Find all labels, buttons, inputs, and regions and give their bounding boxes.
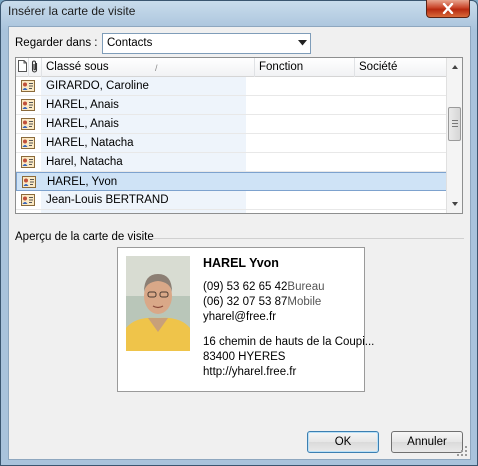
list-item-selected[interactable]: HAREL, Yvon — [16, 172, 447, 191]
contact-card-icon — [21, 156, 35, 168]
chevron-up-icon — [452, 65, 458, 69]
document-icon — [18, 60, 27, 72]
title-bar[interactable]: Insérer la carte de visite — [1, 0, 477, 27]
card-phone-office-number: (09) 53 62 65 42 — [203, 281, 288, 293]
preview-section-label: Aperçu de la carte de visite — [15, 231, 154, 243]
card-address-city: 83400 HYERES — [203, 351, 286, 363]
list-item[interactable]: GIRARDO, Caroline — [16, 77, 447, 96]
list-item[interactable]: HAREL, Natacha — [16, 134, 447, 153]
contact-card-icon — [21, 99, 35, 111]
header-classe-sous[interactable]: Classé sous / — [42, 58, 255, 77]
vertical-scrollbar[interactable] — [446, 58, 462, 213]
header-societe-label: Société — [359, 61, 398, 73]
card-contact-name: HAREL Yvon — [203, 256, 279, 270]
contact-card-icon — [21, 137, 35, 149]
paperclip-icon — [31, 60, 38, 73]
card-phone-office: (09) 53 62 65 42Bureau — [203, 281, 325, 293]
card-address-street: 16 chemin de hauts de la Coupi... — [203, 336, 375, 348]
contact-name: Jean-Louis BERTRAND — [46, 194, 169, 206]
list-item[interactable]: Jean-Louis BERTRAND — [16, 191, 447, 210]
contact-name: HAREL, Natacha — [46, 137, 134, 149]
scroll-up-button[interactable] — [447, 59, 462, 75]
close-button[interactable] — [426, 0, 470, 18]
look-in-dropdown[interactable]: Contacts — [102, 33, 311, 54]
cancel-button[interactable]: Annuler — [391, 431, 463, 453]
sort-indicator: / — [155, 63, 158, 73]
contact-photo — [126, 256, 190, 351]
header-fonction-label: Fonction — [259, 61, 304, 73]
card-email: yharel@free.fr — [203, 311, 277, 323]
dialog-window: Insérer la carte de visite Regarder dans… — [0, 0, 478, 466]
card-website: http://yharel.free.fr — [203, 366, 297, 378]
dialog-body: Regarder dans : Contacts Classé sous / F… — [8, 26, 471, 460]
card-phone-office-type: Bureau — [287, 281, 325, 293]
preview-divider — [152, 238, 464, 239]
card-phone-mobile-type: Mobile — [287, 296, 322, 308]
ok-button[interactable]: OK — [307, 431, 379, 453]
grip-line — [452, 126, 458, 127]
header-societe[interactable]: Société — [355, 58, 447, 77]
look-in-label: Regarder dans : — [15, 37, 98, 49]
business-card-preview: HAREL Yvon (09) 53 62 65 42Bureau (06) 3… — [117, 247, 374, 392]
header-classe-sous-label: Classé sous — [46, 61, 109, 73]
contact-card-icon — [21, 194, 35, 206]
window-title: Insérer la carte de visite — [8, 4, 136, 18]
list-item[interactable]: Harel, Natacha — [16, 153, 447, 172]
contact-name: HAREL, Yvon — [47, 176, 118, 188]
contact-name: HAREL, Anais — [46, 118, 119, 130]
contact-name: Harel, Natacha — [46, 156, 123, 168]
list-item[interactable]: HAREL, Anais — [16, 96, 447, 115]
chevron-down-icon — [298, 40, 307, 46]
chevron-down-icon — [452, 202, 458, 206]
contact-card-icon — [21, 80, 35, 92]
resize-grip-icon[interactable] — [456, 445, 468, 457]
contact-list[interactable]: Classé sous / Fonction Société GIRARDO, … — [15, 57, 463, 214]
header-type-column[interactable] — [16, 58, 29, 77]
contact-name: HAREL, Anais — [46, 99, 119, 111]
list-header: Classé sous / Fonction Société — [16, 58, 447, 77]
header-attachment-column[interactable] — [29, 58, 42, 77]
contact-card-icon — [22, 176, 36, 188]
contact-name: GIRARDO, Caroline — [46, 80, 149, 92]
grip-line — [452, 123, 458, 124]
contact-card-icon — [21, 118, 35, 130]
list-item[interactable]: HAREL, Anais — [16, 115, 447, 134]
grip-line — [452, 120, 458, 121]
close-icon — [442, 3, 454, 14]
card-phone-mobile: (06) 32 07 53 87Mobile — [203, 296, 321, 308]
scroll-thumb[interactable] — [448, 107, 461, 141]
scroll-down-button[interactable] — [447, 196, 462, 212]
header-fonction[interactable]: Fonction — [255, 58, 355, 77]
card-phone-mobile-number: (06) 32 07 53 87 — [203, 296, 288, 308]
look-in-value: Contacts — [107, 37, 153, 49]
